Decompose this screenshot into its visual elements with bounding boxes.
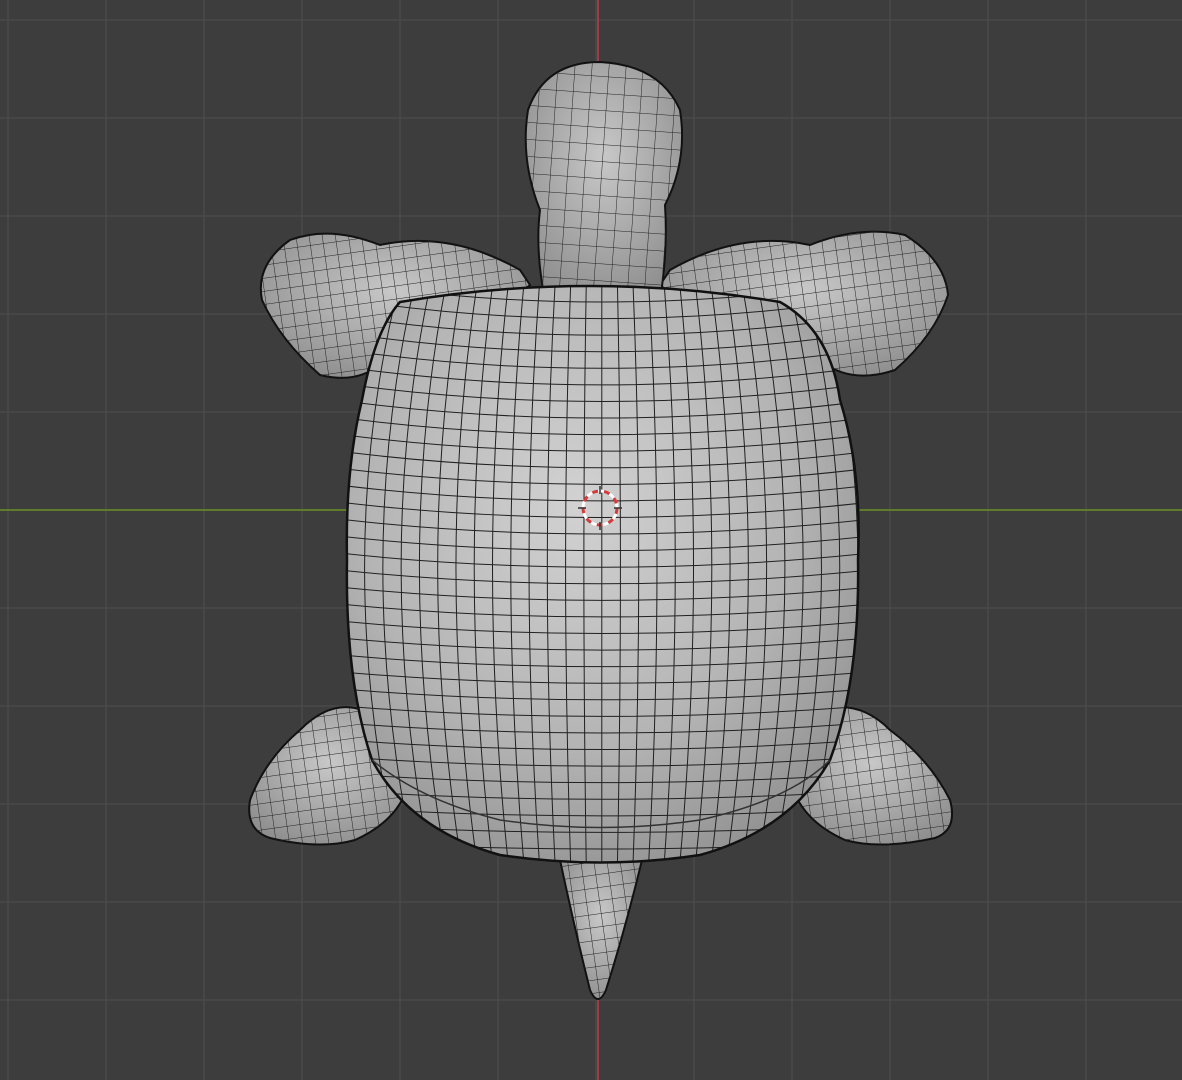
3d-viewport[interactable] [0, 0, 1182, 1080]
shell[interactable] [310, 270, 895, 880]
turtle-mesh-object[interactable] [248, 60, 954, 1000]
head[interactable] [524, 60, 684, 301]
viewport-canvas [0, 0, 1182, 1080]
tail[interactable] [558, 859, 644, 1000]
